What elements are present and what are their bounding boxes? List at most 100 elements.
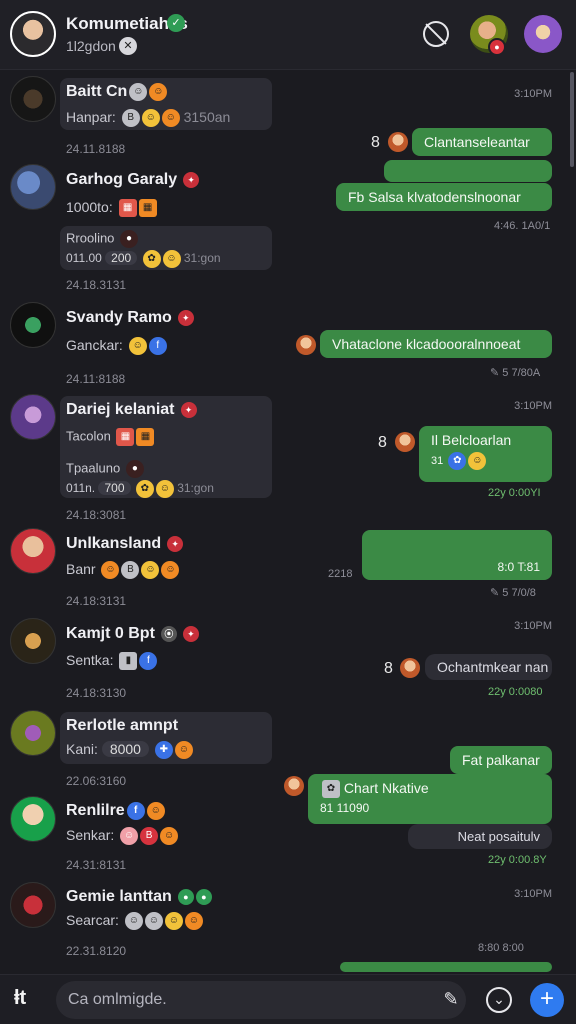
app-icon: ▦ xyxy=(138,199,157,218)
message-preview: 011n. 700 ✿ ☺ 31:gon xyxy=(66,480,214,498)
contact-name: Unlkansland ✦ xyxy=(66,535,184,553)
chat-row[interactable]: Svandy Ramo ✦ Ganckar: ☺ f 24.11:8188 Vhat… xyxy=(0,302,576,392)
contact-name: Baitt Cn ☺ ☺ xyxy=(66,83,168,101)
message-date: 24.18.3131 xyxy=(66,278,127,292)
message-preview: Searcar: ☺ ☺ ☺ ☺ xyxy=(66,912,203,931)
message-preview: 1000to: ▦ ▦ xyxy=(66,199,157,218)
emoji-icon: ☺ xyxy=(146,802,165,820)
read-count: 8 xyxy=(371,134,380,151)
avatar[interactable] xyxy=(10,394,56,440)
group-avatar[interactable] xyxy=(10,11,56,57)
avatar[interactable] xyxy=(10,76,56,122)
emoji-icon: ✿ xyxy=(448,452,467,470)
emoji-icon: ☺ xyxy=(120,827,139,846)
emoji-icon: B xyxy=(121,109,140,128)
emoji-icon: ☺ xyxy=(144,912,163,931)
emoji-icon: ☺ xyxy=(160,827,179,846)
contact-name: Renlilre f ☺ xyxy=(66,802,165,820)
emoji-icon: ☺ xyxy=(141,109,160,128)
chat-row[interactable]: Renlilre f ☺ Senkar: ☺ B ☺ 24.31:8131 22y 0:… xyxy=(0,796,576,876)
composer-bar: ⱡt Ca omlmigde. ✎ ⌄ + xyxy=(0,974,576,1024)
message-date: 22.31.8120 xyxy=(66,944,127,958)
notification-badge: ● xyxy=(488,38,506,56)
avatar[interactable] xyxy=(10,164,56,210)
chat-row[interactable]: Baitt Cn ☺ ☺ Hanpar: B ☺ ☺ 3150an 24.11.8188… xyxy=(0,76,576,166)
emoji-icon: ☺ xyxy=(184,912,203,931)
online-badge-icon: ✓ xyxy=(167,14,185,32)
contact-name: Gemie lanttan ● ● xyxy=(66,888,212,906)
chat-row[interactable]: Dariej kelaniat ✦ Tacolon ▦ ▦ Tpaaluno ● 0… xyxy=(0,394,576,524)
read-count: 8 xyxy=(384,660,393,677)
chat-header: Komumetiahas ✓ 1l2gdon ✕ ● xyxy=(0,0,576,70)
chat-row[interactable]: Kamjt 0 Bpt ⦿ ✦ Sentka: ▮ f 24.18:3130 3:10… xyxy=(0,618,576,706)
badge-icon: ✦ xyxy=(167,535,184,552)
timestamp: 3:10PM xyxy=(514,400,552,412)
contact-name: Dariej kelaniat ✦ xyxy=(66,401,197,419)
chat-row[interactable]: Unlkansland ✦ Banr ☺ B ☺ ☺ 24.18:3131 2218 8… xyxy=(0,528,576,616)
outgoing-message[interactable]: Fat palkanar xyxy=(450,746,552,774)
avatar[interactable] xyxy=(10,710,56,756)
message-preview: Ganckar: ☺ f xyxy=(66,337,167,356)
message-text: Il Belcloarlan xyxy=(431,432,512,448)
timestamp: ✎ 5 7/80A xyxy=(490,367,541,379)
timestamp: 3:10PM xyxy=(514,88,552,100)
chevron-down-icon[interactable]: ⌄ xyxy=(486,987,512,1013)
timestamp: 2218 xyxy=(328,568,353,580)
block-icon[interactable] xyxy=(423,21,449,47)
timestamp: 3:10PM xyxy=(514,888,552,900)
timestamp: ✎ 5 7/0/8 xyxy=(490,587,536,599)
badge-icon: ✦ xyxy=(177,309,194,326)
avatar[interactable] xyxy=(10,882,56,928)
mute-icon[interactable]: ✕ xyxy=(119,37,137,55)
emoji-icon: ☺ xyxy=(164,912,183,931)
message-date: 24.11.8188 xyxy=(66,142,126,156)
read-count: 8 xyxy=(378,434,387,451)
outgoing-message[interactable]: Il Belcloarlan 31 ✿ ☺ xyxy=(419,426,552,482)
attach-icon[interactable]: ⱡt xyxy=(14,987,26,1010)
sender-avatar xyxy=(284,776,304,796)
outgoing-message[interactable]: Vhataclone klcadoooralnnoeat xyxy=(320,330,552,358)
avatar[interactable] xyxy=(10,618,56,664)
outgoing-message[interactable]: 8:0 T:81 xyxy=(362,530,552,580)
message-subtext: 31 ✿ ☺ xyxy=(431,452,540,470)
message-input[interactable]: Ca omlmigde. xyxy=(56,981,466,1019)
emoji-icon: ☺ xyxy=(124,912,143,931)
emoji-icon: ☺ xyxy=(149,83,168,101)
message-preview: Kani: 8000 ✚ ☺ xyxy=(66,741,193,760)
message-date: 24.18:3131 xyxy=(66,594,127,608)
profile-avatar[interactable] xyxy=(524,15,562,53)
contact-name: Garhog Garaly ✦ xyxy=(66,171,200,189)
emoji-icon: B xyxy=(140,827,159,846)
avatar[interactable] xyxy=(10,528,56,574)
emoji-icon: ☺ xyxy=(141,561,160,580)
emoji-icon: ● xyxy=(120,230,139,248)
sender-avatar xyxy=(296,335,316,355)
incoming-message[interactable]: Ochantmkear nan xyxy=(425,654,552,680)
badge-icon: ● xyxy=(177,888,194,905)
chat-row[interactable]: Garhog Garaly ✦ 1000to: ▦ ▦ Rroolino ● 011… xyxy=(0,164,576,294)
avatar[interactable] xyxy=(10,796,56,842)
plus-icon[interactable]: + xyxy=(530,983,564,1017)
avatar[interactable] xyxy=(10,302,56,348)
badge-icon: ✦ xyxy=(183,171,200,188)
emoji-icon: ☺ xyxy=(162,250,181,268)
badge-icon: ✦ xyxy=(182,625,199,642)
emoji-icon: ☺ xyxy=(155,480,174,498)
outgoing-message[interactable]: Clantanseleantar xyxy=(412,128,552,156)
timestamp: 3:10PM xyxy=(514,620,552,632)
emoji-icon: ✚ xyxy=(154,741,173,760)
facebook-icon: f xyxy=(126,802,145,820)
emoji-icon: ✿ xyxy=(142,250,161,268)
message-preview: Sentka: ▮ f xyxy=(66,652,158,671)
sender-avatar xyxy=(395,432,415,452)
contact-name: Kamjt 0 Bpt ⦿ ✦ xyxy=(66,625,199,643)
message-preview: 011.00 200 ✿ ☺ 31:gon xyxy=(66,250,221,268)
sender-avatar xyxy=(388,132,408,152)
outgoing-message[interactable] xyxy=(340,962,552,972)
contact-name: Rerlotle amnpt xyxy=(66,717,179,734)
pen-icon[interactable]: ✎ xyxy=(440,989,462,1011)
chat-row[interactable]: Gemie lanttan ● ● Searcar: ☺ ☺ ☺ ☺ 22.31.8120… xyxy=(0,882,576,972)
message-preview: Tacolon ▦ ▦ xyxy=(66,428,155,446)
message-preview: Hanpar: B ☺ ☺ 3150an xyxy=(66,109,230,128)
message-preview: Senkar: ☺ B ☺ xyxy=(66,827,179,846)
